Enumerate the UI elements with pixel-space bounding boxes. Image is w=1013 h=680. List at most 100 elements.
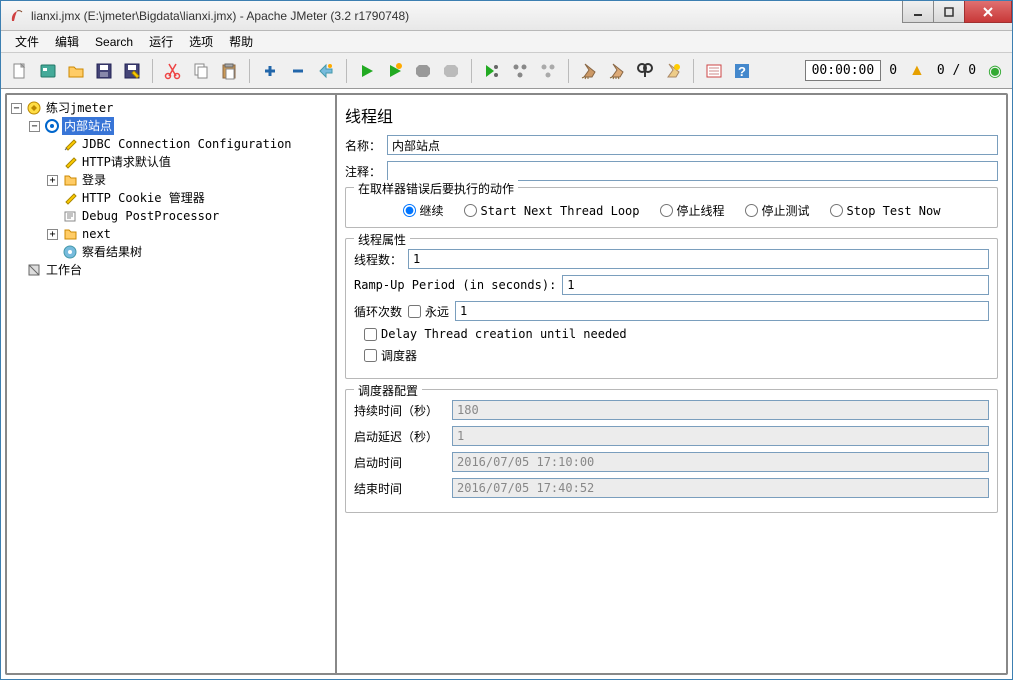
templates-button[interactable] [35, 58, 61, 84]
tree-item[interactable]: HTTP请求默认值 [47, 153, 333, 171]
tree-label: HTTP请求默认值 [80, 153, 173, 171]
minimize-button[interactable] [902, 1, 934, 23]
tree-item[interactable]: JDBC Connection Configuration [47, 135, 333, 153]
name-row: 名称： [345, 135, 998, 155]
comment-row: 注释： [345, 161, 998, 181]
tree-label: HTTP Cookie 管理器 [80, 189, 207, 207]
config-icon [62, 154, 78, 170]
new-button[interactable] [7, 58, 33, 84]
loop-input[interactable] [455, 301, 989, 321]
tree-item[interactable]: HTTP Cookie 管理器 [47, 189, 333, 207]
cut-button[interactable] [160, 58, 186, 84]
end-row: 结束时间 [354, 478, 989, 498]
tree-label: 练习jmeter [44, 99, 115, 117]
tree-item[interactable]: 察看结果树 [47, 243, 333, 261]
menu-options[interactable]: 选项 [181, 31, 221, 52]
help-button[interactable]: ? [729, 58, 755, 84]
onerror-radios: 继续 Start Next Thread Loop 停止线程 停止测试 Stop… [354, 202, 989, 219]
tree-label: Debug PostProcessor [80, 207, 221, 225]
controller-icon [62, 226, 78, 242]
thread-count: 0 / 0 [931, 63, 982, 78]
maximize-button[interactable] [933, 1, 965, 23]
start-label: 启动时间 [354, 454, 446, 471]
menu-file[interactable]: 文件 [7, 31, 47, 52]
expand-button[interactable] [257, 58, 283, 84]
tree-threadgroup[interactable]: − 内部站点 [29, 117, 333, 135]
tree-workbench[interactable]: 工作台 [11, 261, 333, 279]
clear-button[interactable] [576, 58, 602, 84]
warning-icon: ▲ [909, 62, 925, 80]
scheduler-checkbox[interactable]: 调度器 [364, 347, 417, 364]
controller-icon [62, 172, 78, 188]
copy-button[interactable] [188, 58, 214, 84]
radio-startnext[interactable]: Start Next Thread Loop [464, 204, 640, 218]
comment-input[interactable] [387, 161, 998, 181]
paste-button[interactable] [216, 58, 242, 84]
tree-label-selected: 内部站点 [62, 117, 114, 135]
tree-collapse-icon[interactable]: − [29, 121, 40, 132]
toolbar-separator [568, 59, 569, 83]
delaycreate-row: Delay Thread creation until needed [354, 327, 989, 341]
remote-start-button[interactable] [479, 58, 505, 84]
name-input[interactable] [387, 135, 998, 155]
menu-search[interactable]: Search [87, 33, 141, 51]
function-button[interactable] [701, 58, 727, 84]
collapse-button[interactable] [285, 58, 311, 84]
start-button[interactable] [354, 58, 380, 84]
menu-help[interactable]: 帮助 [221, 31, 261, 52]
delay-input [452, 426, 989, 446]
duration-row: 持续时间（秒） [354, 400, 989, 420]
remote-shutdown-button[interactable] [535, 58, 561, 84]
scheduler-row: 调度器 [354, 347, 989, 364]
scheduler-legend: 调度器配置 [354, 382, 422, 399]
save-button[interactable] [91, 58, 117, 84]
menu-run[interactable]: 运行 [141, 31, 181, 52]
reset-search-button[interactable] [660, 58, 686, 84]
duration-label: 持续时间（秒） [354, 402, 446, 419]
tree-panel[interactable]: − 练习jmeter − 内部站点 [7, 95, 337, 673]
toolbar-separator [693, 59, 694, 83]
toolbar-separator [249, 59, 250, 83]
tree-expand-icon[interactable]: + [47, 229, 58, 240]
threads-input[interactable] [408, 249, 989, 269]
onerror-fieldset: 在取样器错误后要执行的动作 继续 Start Next Thread Loop … [345, 187, 998, 228]
tree-root[interactable]: − 练习jmeter [11, 99, 333, 117]
tree-expand-icon[interactable]: + [47, 175, 58, 186]
toggle-button[interactable] [313, 58, 339, 84]
name-label: 名称： [345, 137, 381, 154]
tree-collapse-icon[interactable]: − [11, 103, 22, 114]
tree-label: 工作台 [44, 261, 84, 279]
delay-label: 启动延迟（秒） [354, 428, 446, 445]
stop-button[interactable] [410, 58, 436, 84]
forever-checkbox[interactable]: 永远 [408, 303, 449, 320]
main-content: − 练习jmeter − 内部站点 [5, 93, 1008, 675]
tree-item[interactable]: Debug PostProcessor [47, 207, 333, 225]
open-button[interactable] [63, 58, 89, 84]
threads-row: 线程数： [354, 249, 989, 269]
loop-label: 循环次数 [354, 303, 402, 320]
menu-edit[interactable]: 编辑 [47, 31, 87, 52]
tree-item[interactable]: +登录 [47, 171, 333, 189]
delaycreate-checkbox[interactable]: Delay Thread creation until needed [364, 327, 627, 341]
radio-stopnow[interactable]: Stop Test Now [830, 204, 941, 218]
saveas-button[interactable] [119, 58, 145, 84]
radio-stoptest[interactable]: 停止测试 [745, 202, 810, 219]
error-count: 0 [883, 63, 903, 78]
titlebar: lianxi.jmx (E:\jmeter\Bigdata\lianxi.jmx… [1, 1, 1012, 31]
search-button[interactable] [632, 58, 658, 84]
end-input [452, 478, 989, 498]
start-notimers-button[interactable] [382, 58, 408, 84]
tree-item[interactable]: +next [47, 225, 333, 243]
onerror-legend: 在取样器错误后要执行的动作 [354, 180, 518, 197]
toolbar: ? 00:00:00 0 ▲ 0 / 0 ◉ [1, 53, 1012, 89]
test-plan-tree: − 练习jmeter − 内部站点 [9, 99, 333, 279]
shutdown-button[interactable] [438, 58, 464, 84]
clearall-button[interactable] [604, 58, 630, 84]
remote-stop-button[interactable] [507, 58, 533, 84]
radio-stopthread[interactable]: 停止线程 [660, 202, 725, 219]
rampup-input[interactable] [562, 275, 989, 295]
close-button[interactable] [964, 1, 1012, 23]
workbench-icon [26, 262, 42, 278]
editor-panel: 线程组 名称： 注释： 在取样器错误后要执行的动作 继续 Start Next … [337, 95, 1006, 673]
radio-continue[interactable]: 继续 [403, 202, 444, 219]
